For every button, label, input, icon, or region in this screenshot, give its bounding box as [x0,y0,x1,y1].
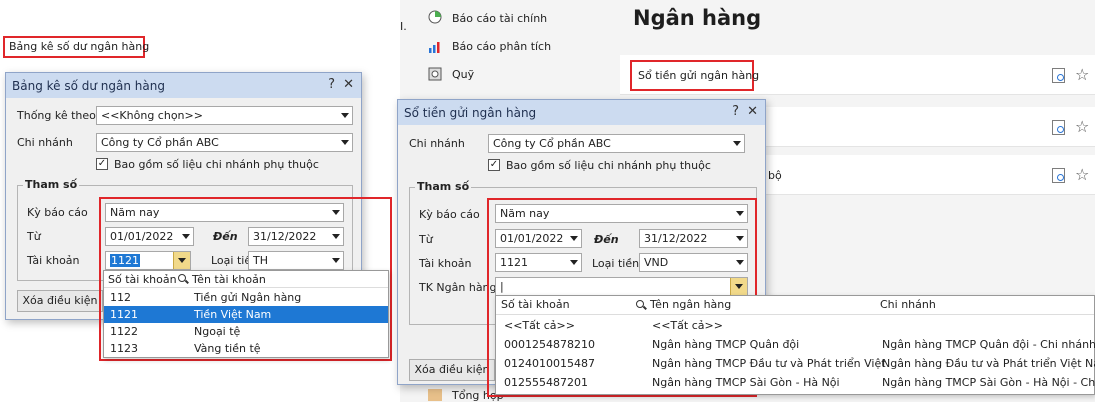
account-name: Vàng tiền tệ [194,342,261,355]
bank-branch: Ngân hàng TMCP Sài Gòn - Hà Nội - Ch [882,376,1095,389]
thong-ke-label: Thống kê theo [17,109,96,122]
list-item[interactable]: 1123 Vàng tiền tệ [104,340,388,357]
ky-bao-cao-label: Kỳ báo cáo [419,208,480,221]
clear-conditions-button[interactable]: Xóa điều kiện [409,359,495,381]
tham-so-label: Tham số [415,180,472,193]
close-icon[interactable]: ✕ [343,77,354,92]
clear-conditions-button[interactable]: Xóa điều kiện [17,290,103,312]
chi-nhanh-value: Công ty Cổ phần ABC [493,137,611,150]
bank-name: <<Tất cả>> [652,319,723,332]
search-icon [636,300,644,308]
folder-icon [428,389,442,401]
bank-branch: Ngân hàng Đầu tư và Phát triển Việt Na [882,357,1095,370]
tu-label: Từ [27,230,41,243]
tk-ngan-hang-label: TK Ngân hàng [419,281,497,294]
pie-chart-icon [428,10,442,24]
preview-icon[interactable] [1052,68,1065,83]
account-name: Tiền Việt Nam [194,308,272,321]
list-item[interactable]: 1122 Ngoại tệ [104,323,388,340]
tham-so-label: Tham số [23,178,80,191]
star-icon[interactable]: ☆ [1075,65,1089,84]
report-link-bang-ke[interactable]: Bảng kê số dư ngân hàng [9,40,149,53]
list-item[interactable]: 0001254878210 Ngân hàng TMCP Quân đội Ng… [496,336,1095,355]
list-item[interactable]: <<Tất cả>> <<Tất cả>> [496,317,1094,336]
bank-branch: Ngân hàng TMCP Quân đội - Chi nhánh [882,338,1095,351]
bar-chart-icon [429,42,440,53]
chevron-down-icon [733,141,741,146]
star-icon[interactable]: ☆ [1075,165,1089,184]
chi-nhanh-label: Chi nhánh [409,137,465,150]
col-header-so-tai-khoan: Số tài khoản [501,298,570,311]
menu-quy[interactable]: Quỹ [452,68,474,81]
tai-khoan-dropdown: Số tài khoản Tên tài khoản 112 Tiền gửi … [103,270,389,358]
thong-ke-value: <<Không chọn>> [101,109,203,122]
bank-account: <<Tất cả>> [504,319,575,332]
tai-khoan-label: Tài khoản [27,254,80,267]
bank-account: 0124010015487 [504,357,595,370]
bank-account: 0001254878210 [504,338,595,351]
col-header-so-tai-khoan: Số tài khoản [108,273,177,286]
dialog-titlebar: Bảng kê số dư ngân hàng ? ✕ [6,73,361,98]
menu-bao-cao-tai-chinh[interactable]: Báo cáo tài chính [452,12,547,25]
chi-nhanh-value: Công ty Cổ phần ABC [101,136,219,149]
thong-ke-select[interactable]: <<Không chọn>> [96,106,353,125]
search-icon [178,274,186,282]
dialog-title: Bảng kê số dư ngân hàng [12,78,165,93]
report-card-3-fragment: bộ [768,169,782,182]
list-item[interactable]: 112 Tiền gửi Ngân hàng [104,289,388,306]
include-branches-label: Bao gồm số liệu chi nhánh phụ thuộc [506,159,711,172]
right-screenshot-panel: I. Báo cáo tài chính Báo cáo phân tích Q… [397,0,1095,402]
tai-khoan-label: Tài khoản [419,257,472,270]
include-branches-label: Bao gồm số liệu chi nhánh phụ thuộc [114,158,319,171]
list-item-selected[interactable]: 1121 Tiền Việt Nam [104,306,388,323]
bank-name: Ngân hàng TMCP Sài Gòn - Hà Nội [652,376,840,389]
top-fragment-text: I. [400,20,407,33]
account-code: 1123 [110,342,138,355]
menu-bao-cao-phan-tich[interactable]: Báo cáo phân tích [452,40,551,53]
bank-name: Ngân hàng TMCP Quân đội [652,338,800,351]
chi-nhanh-label: Chi nhánh [17,136,73,149]
chevron-down-icon [341,140,349,145]
col-header-ten-ngan-hang: Tên ngân hàng [650,298,732,311]
include-branches-checkbox[interactable]: ✓ [488,159,500,171]
list-item[interactable]: 0124010015487 Ngân hàng TMCP Đầu tư và P… [496,355,1095,374]
dialog-titlebar: Sổ tiền gửi ngân hàng ? ✕ [398,100,765,125]
star-icon[interactable]: ☆ [1075,117,1089,136]
close-icon[interactable]: ✕ [747,104,758,119]
bank-name: Ngân hàng TMCP Đầu tư và Phát triển Việt [652,357,886,370]
account-name: Tiền gửi Ngân hàng [194,291,302,304]
list-item[interactable]: 012555487201 Ngân hàng TMCP Sài Gòn - Hà… [496,374,1095,393]
preview-icon[interactable] [1052,168,1065,183]
chi-nhanh-select[interactable]: Công ty Cổ phần ABC [488,134,745,153]
chi-nhanh-select[interactable]: Công ty Cổ phần ABC [96,133,353,152]
bank-account: 012555487201 [504,376,588,389]
ky-bao-cao-label: Kỳ báo cáo [27,206,88,219]
col-header-ten-tai-khoan: Tên tài khoản [192,273,266,286]
account-code: 1121 [110,308,138,321]
tu-label: Từ [419,233,433,246]
account-code: 112 [110,291,131,304]
help-icon[interactable]: ? [328,77,335,92]
preview-icon[interactable] [1052,120,1065,135]
safe-icon [428,67,442,81]
help-icon[interactable]: ? [732,104,739,119]
include-branches-checkbox[interactable]: ✓ [96,158,108,170]
dialog-title: Sổ tiền gửi ngân hàng [404,105,537,120]
account-code: 1122 [110,325,138,338]
report-card-label[interactable]: Sổ tiền gửi ngân hàng [638,69,759,82]
dropdown-header: Số tài khoản Tên tài khoản [104,271,388,288]
tk-ngan-hang-dropdown: Số tài khoản Tên ngân hàng Chi nhánh <<T… [495,295,1095,395]
left-screenshot-panel: Bảng kê số dư ngân hàng Bảng kê số dư ng… [0,0,400,402]
page-title: Ngân hàng [633,6,762,30]
col-header-chi-nhanh: Chi nhánh [880,298,936,311]
account-name: Ngoại tệ [194,325,241,338]
chevron-down-icon [341,113,349,118]
dropdown-header: Số tài khoản Tên ngân hàng Chi nhánh [496,296,1094,315]
